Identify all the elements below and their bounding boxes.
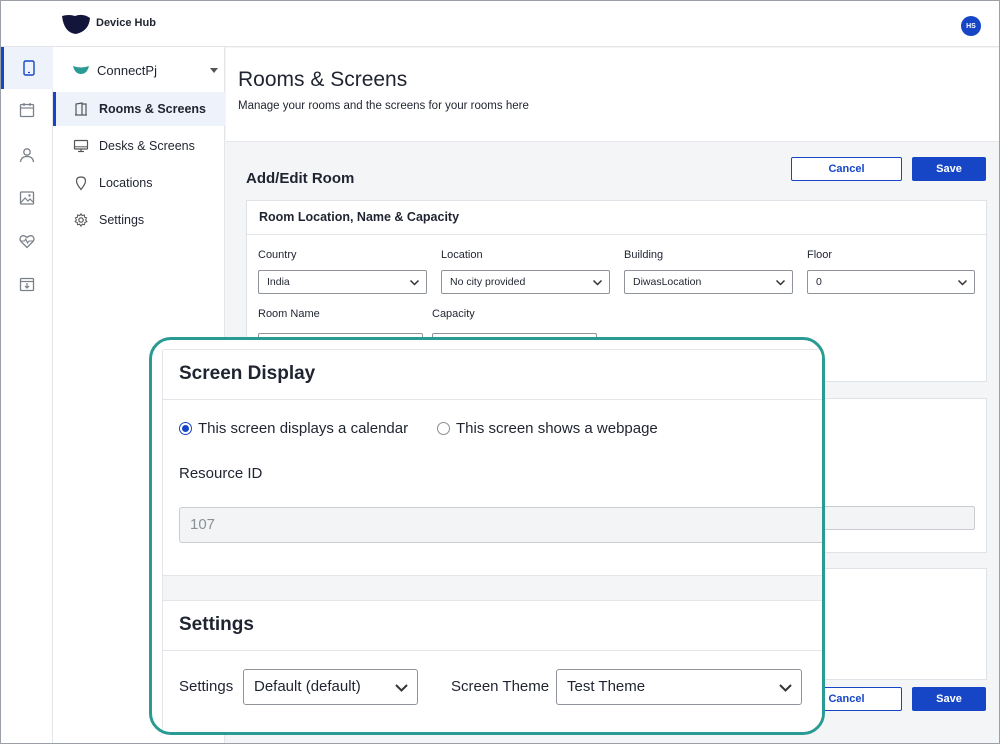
settings-section: Settings Settings Default (default) Scre… <box>163 600 822 732</box>
rail-item-users[interactable] <box>1 134 53 176</box>
nav-item-label: Locations <box>99 176 153 190</box>
building-label: Building <box>624 249 664 261</box>
location-select[interactable]: No city provided <box>441 270 610 294</box>
settings-select[interactable]: Default (default) <box>243 669 418 705</box>
settings-label: Settings <box>179 678 234 695</box>
screen-display-section: Screen Display This screen displays a ca… <box>163 349 822 576</box>
chevron-down-icon <box>592 279 603 286</box>
screen-theme-label: Screen Theme <box>451 678 550 695</box>
screen-theme-value: Test Theme <box>567 678 646 695</box>
page-header: Rooms & Screens Manage your rooms and th… <box>226 48 999 142</box>
save-button-bottom[interactable]: Save <box>912 687 986 711</box>
rail-item-health[interactable] <box>1 220 53 262</box>
building-select[interactable]: DiwasLocation <box>624 270 793 294</box>
card-title: Room Location, Name & Capacity <box>247 201 986 235</box>
door-icon <box>75 102 87 116</box>
cancel-button[interactable]: Cancel <box>791 157 902 181</box>
nav-item-label: Desks & Screens <box>99 139 195 153</box>
org-selector[interactable]: ConnectPj <box>73 61 218 79</box>
building-value: DiwasLocation <box>633 276 702 288</box>
nav-item-locations[interactable]: Locations <box>53 166 225 200</box>
screen-theme-select[interactable]: Test Theme <box>556 669 802 705</box>
form-title: Add/Edit Room <box>246 170 355 187</box>
resource-id-input-background <box>807 506 975 530</box>
zoom-callout: Screen Display This screen displays a ca… <box>149 337 825 735</box>
radio-unselected-icon <box>437 422 450 435</box>
app-name: Device Hub <box>96 17 156 29</box>
location-value: No city provided <box>450 276 526 288</box>
device-hub-logo <box>62 14 90 34</box>
country-label: Country <box>258 249 297 261</box>
map-pin-icon <box>75 176 87 191</box>
tablet-icon <box>22 60 35 76</box>
nav-item-desks-screens[interactable]: Desks & Screens <box>53 129 225 163</box>
radio-calendar[interactable]: This screen displays a calendar <box>179 420 408 437</box>
radio-calendar-label: This screen displays a calendar <box>198 420 409 437</box>
floor-value: 0 <box>816 276 822 288</box>
zoom-content: Screen Display This screen displays a ca… <box>162 349 822 732</box>
heart-pulse-icon <box>19 235 35 249</box>
image-icon <box>19 191 35 205</box>
resource-id-label: Resource ID <box>179 465 263 482</box>
nav-item-rooms-screens[interactable]: Rooms & Screens <box>53 92 225 126</box>
monitor-icon <box>73 139 89 153</box>
location-label: Location <box>441 249 483 261</box>
floor-select[interactable]: 0 <box>807 270 975 294</box>
floor-label: Floor <box>807 249 833 261</box>
screen-display-title: Screen Display <box>163 350 822 400</box>
radio-webpage-label: This screen shows a webpage <box>456 420 658 437</box>
capacity-label: Capacity <box>432 308 475 320</box>
country-select[interactable]: India <box>258 270 427 294</box>
chevron-down-icon <box>409 279 420 286</box>
country-value: India <box>267 276 290 288</box>
top-bar: Device Hub HS <box>1 1 999 47</box>
chevron-down-icon <box>210 67 218 73</box>
user-avatar[interactable]: HS <box>961 16 981 36</box>
nav-item-label: Rooms & Screens <box>99 102 206 116</box>
radio-selected-icon <box>179 422 192 435</box>
org-logo-icon <box>73 66 89 74</box>
icon-rail <box>1 47 53 743</box>
settings-select-value: Default (default) <box>254 678 361 695</box>
calendar-icon <box>19 103 35 118</box>
radio-webpage[interactable]: This screen shows a webpage <box>437 420 658 437</box>
chevron-down-icon <box>779 684 792 692</box>
nav-item-settings[interactable]: Settings <box>53 203 225 237</box>
chevron-down-icon <box>775 279 786 286</box>
page-title: Rooms & Screens <box>238 68 408 91</box>
user-icon <box>19 148 35 163</box>
chevron-down-icon <box>395 684 408 692</box>
settings-title: Settings <box>163 601 822 651</box>
app-window: Device Hub HS ConnectPj Rooms & Screens … <box>0 0 1000 744</box>
rail-item-devices[interactable] <box>1 47 53 89</box>
calendar-download-icon <box>19 277 35 292</box>
rail-item-calendar[interactable] <box>1 89 53 131</box>
resource-id-input[interactable]: 107 <box>179 507 822 543</box>
org-name: ConnectPj <box>97 62 157 78</box>
rail-item-images[interactable] <box>1 177 53 219</box>
page-subtitle: Manage your rooms and the screens for yo… <box>238 100 529 112</box>
nav-item-label: Settings <box>99 213 145 227</box>
save-button[interactable]: Save <box>912 157 986 181</box>
room-name-label: Room Name <box>258 308 320 320</box>
gear-icon <box>74 212 88 228</box>
rail-item-scheduling[interactable] <box>1 263 53 305</box>
chevron-down-icon <box>957 279 968 286</box>
